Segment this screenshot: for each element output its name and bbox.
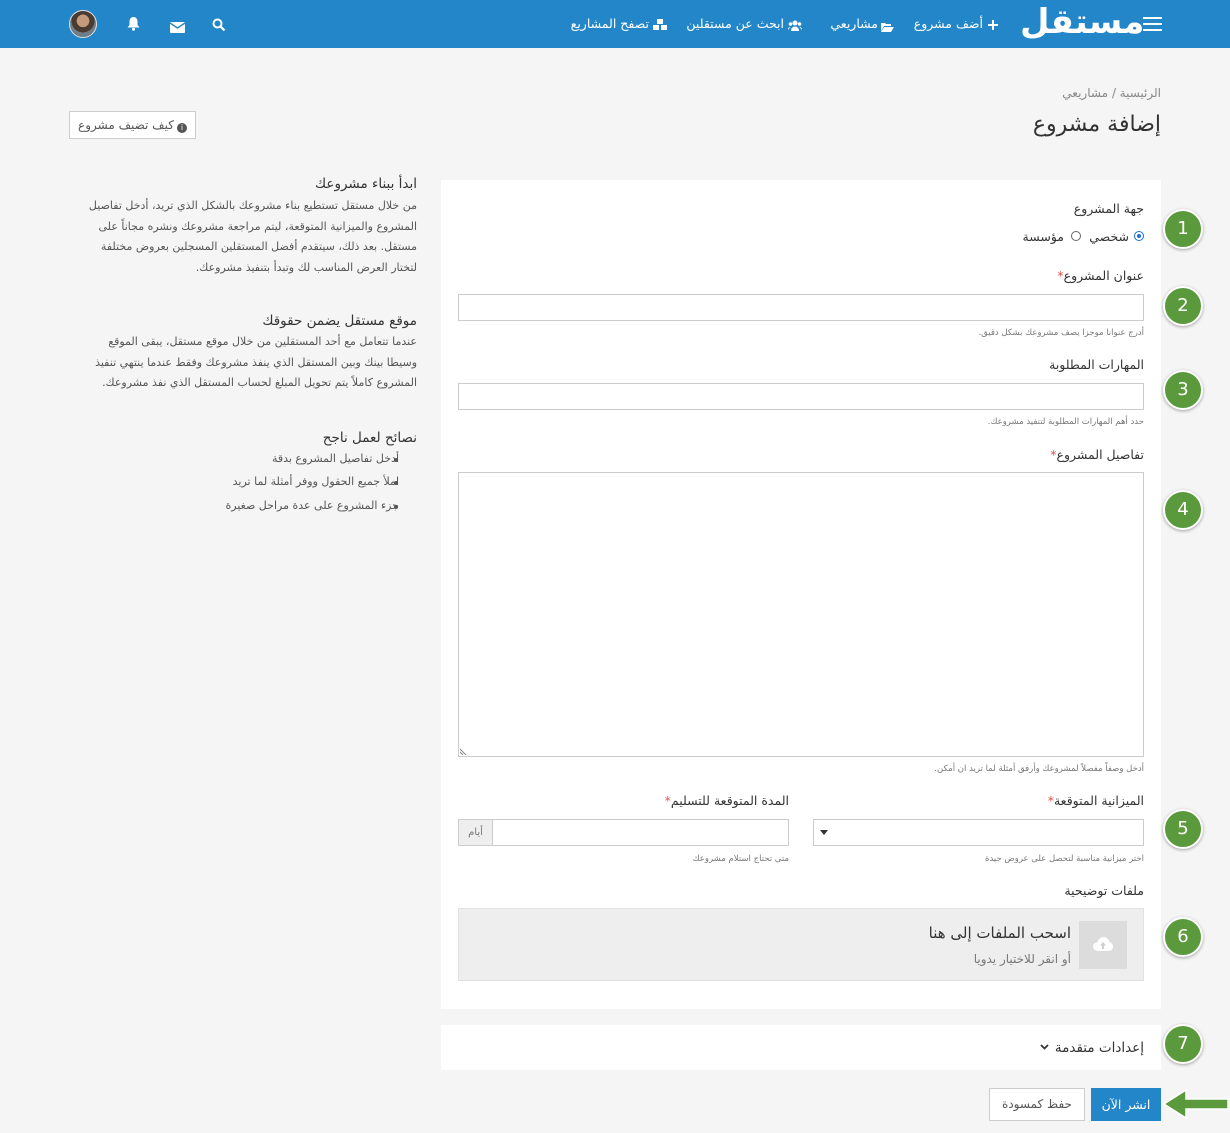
- tip-item: جزء المشروع على عدة مراحل صغيرة: [225, 499, 399, 512]
- search-icon[interactable]: [212, 17, 226, 36]
- sidebar-rights-text: عندما تتعامل مع أحد المستقلين من خلال مو…: [95, 335, 417, 389]
- page-title: إضافة مشروع: [1032, 112, 1161, 137]
- duration-label: المدة المتوقعة للتسليم*: [664, 793, 789, 808]
- project-title-input[interactable]: [458, 294, 1144, 321]
- project-title-hint: أدرج عنوانا موجزا يصف مشروعك بشكل دقيق.: [978, 328, 1144, 338]
- sidebar-start-text: من خلال مستقل تستطيع بناء مشروعك بالشكل …: [88, 199, 417, 274]
- step-badge: 6: [1163, 917, 1203, 957]
- mostaql-logo[interactable]: مستقل: [1020, 2, 1145, 42]
- skills-hint: حدد أهم المهارات المطلوبة لتنفيذ مشروعك.: [987, 417, 1144, 427]
- info-circle-icon: i: [176, 123, 187, 133]
- duration-input[interactable]: [492, 819, 789, 846]
- nav-my-projects[interactable]: مشاريعي: [830, 16, 878, 31]
- file-dropzone[interactable]: اسحب الملفات إلى هنا أو انقر للاختيار يد…: [458, 908, 1144, 981]
- how-to-add-project-button[interactable]: iكيف تضيف مشروع: [69, 111, 196, 139]
- nav-add-project[interactable]: أضف مشروع: [914, 16, 983, 31]
- user-avatar[interactable]: [69, 10, 97, 38]
- project-details-textarea[interactable]: [458, 472, 1144, 757]
- step-badge: 1: [1163, 209, 1203, 249]
- duration-days-addon: أيام: [458, 819, 493, 846]
- folder-open-icon: [881, 17, 894, 36]
- breadcrumb-current[interactable]: مشاريعي: [1062, 86, 1108, 100]
- dropzone-subtitle: أو انقر للاختيار يدويا: [973, 952, 1071, 966]
- budget-select[interactable]: [813, 819, 1144, 846]
- tip-item: املأ جميع الحقول ووفر أمثلة لما تريد: [232, 475, 399, 488]
- publish-now-button[interactable]: انشر الآن: [1091, 1088, 1161, 1121]
- breadcrumb-home[interactable]: الرئيسية: [1120, 86, 1161, 100]
- cubes-icon: [653, 16, 667, 35]
- step-badge: 5: [1163, 809, 1203, 849]
- breadcrumb-separator: /: [1111, 86, 1116, 100]
- skills-label: المهارات المطلوبة: [1049, 357, 1144, 372]
- arrow-left-icon: [1162, 1088, 1229, 1120]
- radio-personal-label[interactable]: شخصي: [1089, 229, 1129, 244]
- caret-down-icon: [820, 830, 828, 835]
- budget-hint: اختر ميزانية مناسبة لتحصل على عروض جيدة: [985, 854, 1144, 864]
- step-badge: 4: [1163, 490, 1203, 530]
- tip-item: أدخل تفاصيل المشروع بدقة: [271, 452, 399, 465]
- files-label: ملفات توضيحية: [1064, 883, 1144, 898]
- chevron-down-icon[interactable]: [1040, 1044, 1049, 1050]
- save-draft-button[interactable]: حفظ كمسودة: [989, 1088, 1085, 1121]
- advanced-settings-label[interactable]: إعدادات متقدمة: [1055, 1040, 1144, 1056]
- bell-icon[interactable]: [127, 16, 140, 35]
- duration-hint: متى تحتاج استلام مشروعك: [692, 854, 789, 864]
- top-navbar: مستقل أضف مشروع مشاريعي ابحث عن مستقلين …: [0, 0, 1230, 48]
- how-to-label: كيف تضيف مشروع: [78, 118, 174, 132]
- nav-browse-projects[interactable]: تصفح المشاريع: [571, 16, 649, 31]
- nav-find-freelancers[interactable]: ابحث عن مستقلين: [686, 16, 784, 31]
- users-icon: [788, 16, 802, 35]
- cloud-upload-icon: [1079, 921, 1127, 969]
- resize-handle-icon[interactable]: [460, 748, 467, 755]
- menu-icon[interactable]: [1143, 17, 1162, 31]
- radio-organization[interactable]: [1071, 231, 1081, 241]
- sidebar-start-title: ابدأ ببناء مشروعك: [315, 176, 417, 192]
- sidebar-rights-title: موقع مستقل يضمن حقوقك: [262, 313, 417, 329]
- dropzone-title: اسحب الملفات إلى هنا: [928, 924, 1071, 942]
- plus-icon: [988, 15, 998, 34]
- skills-input[interactable]: [458, 383, 1144, 410]
- step-badge: 7: [1163, 1024, 1203, 1064]
- envelope-icon[interactable]: [169, 18, 186, 37]
- project-details-hint: أدخل وصفاً مفصلاً لمشروعك وأرفق أمثلة لم…: [934, 764, 1144, 774]
- advanced-settings-panel[interactable]: [441, 1025, 1161, 1070]
- radio-personal[interactable]: [1134, 231, 1144, 241]
- radio-organization-label[interactable]: مؤسسة: [1023, 229, 1064, 244]
- step-badge: 2: [1163, 286, 1203, 326]
- step-badge: 3: [1163, 370, 1203, 410]
- project-title-label: عنوان المشروع*: [1057, 268, 1144, 283]
- budget-label: الميزانية المتوقعة*: [1047, 793, 1144, 808]
- sidebar-tips-title: نصائح لعمل ناجح: [322, 430, 417, 446]
- project-details-label: تفاصيل المشروع*: [1050, 447, 1144, 462]
- project-party-label: جهة المشروع: [1073, 201, 1144, 216]
